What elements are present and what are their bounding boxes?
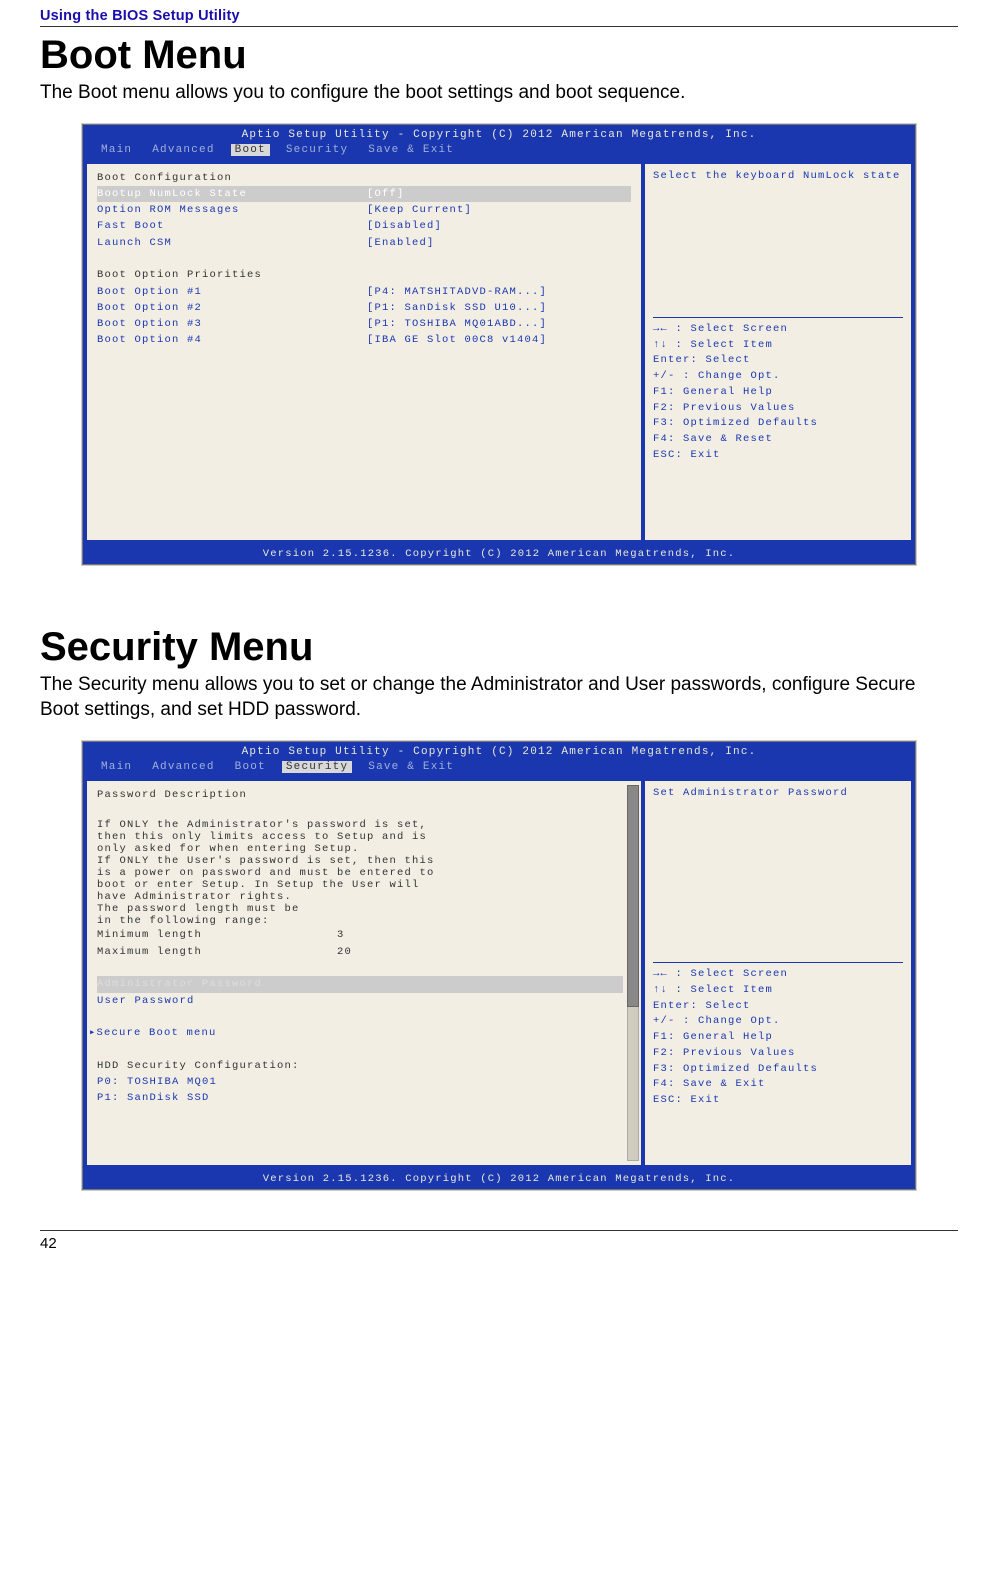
help-esc: ESC: Exit <box>653 448 903 464</box>
bios-help-panel-2: Set Administrator Password →← : Select S… <box>643 777 915 1169</box>
section-intro-boot: The Boot menu allows you to configure th… <box>40 80 958 106</box>
section-title-boot: Boot Menu <box>40 33 958 78</box>
tab-save-exit-2[interactable]: Save & Exit <box>364 761 458 773</box>
tab-boot[interactable]: Boot <box>231 144 270 156</box>
help-f1: F1: General Help <box>653 1030 903 1046</box>
pw-desc-line: have Administrator rights. <box>97 891 623 903</box>
page-number: 42 <box>40 1230 958 1252</box>
pw-desc-line: The password length must be <box>97 903 623 915</box>
pw-desc-line: only asked for when entering Setup. <box>97 843 623 855</box>
pw-desc-heading: Password Description <box>97 787 623 803</box>
help-arrows-ud: ↑↓ : Select Item <box>653 983 903 999</box>
help-pm: +/- : Change Opt. <box>653 1014 903 1030</box>
pw-desc-line: is a power on password and must be enter… <box>97 867 623 879</box>
min-length-row: Minimum length3 <box>97 927 623 943</box>
max-length-row: Maximum length20 <box>97 944 623 960</box>
bios-title-2: Aptio Setup Utility - Copyright (C) 2012… <box>83 742 915 759</box>
boot-opt-3[interactable]: Boot Option #3[P1: TOSHIBA MQ01ABD...] <box>97 316 631 332</box>
launch-csm-row[interactable]: Launch CSM[Enabled] <box>97 235 631 251</box>
secure-boot-menu-row[interactable]: ▸Secure Boot menu <box>97 1025 623 1041</box>
hdd-config-heading: HDD Security Configuration: <box>97 1058 623 1074</box>
bios-boot-screenshot: Aptio Setup Utility - Copyright (C) 2012… <box>82 124 916 565</box>
help-description: Select the keyboard NumLock state <box>653 170 903 182</box>
tab-advanced-2[interactable]: Advanced <box>148 761 218 773</box>
bios-left-panel: Boot Configuration Bootup NumLock State[… <box>83 160 643 544</box>
help-esc: ESC: Exit <box>653 1093 903 1109</box>
bios-left-panel-2: Password Description If ONLY the Adminis… <box>83 777 643 1169</box>
hdd-p1[interactable]: P1: SanDisk SSD <box>97 1090 623 1106</box>
pw-desc-line: If ONLY the Administrator's password is … <box>97 819 623 831</box>
tab-boot-2[interactable]: Boot <box>231 761 270 773</box>
bios-footer: Version 2.15.1236. Copyright (C) 2012 Am… <box>83 544 915 564</box>
bios-footer-2: Version 2.15.1236. Copyright (C) 2012 Am… <box>83 1169 915 1189</box>
bios-security-screenshot: Aptio Setup Utility - Copyright (C) 2012… <box>82 741 916 1190</box>
bios-tabs-2: Main Advanced Boot Security Save & Exit <box>83 759 915 777</box>
help-f2: F2: Previous Values <box>653 401 903 417</box>
help-enter: Enter: Select <box>653 353 903 369</box>
bootup-numlock-row[interactable]: Bootup NumLock State[Off] <box>97 186 631 202</box>
help-arrows-lr: →← : Select Screen <box>653 967 903 983</box>
help-pm: +/- : Change Opt. <box>653 369 903 385</box>
hdd-p0[interactable]: P0: TOSHIBA MQ01 <box>97 1074 623 1090</box>
option-rom-row[interactable]: Option ROM Messages[Keep Current] <box>97 202 631 218</box>
help-enter: Enter: Select <box>653 999 903 1015</box>
pw-desc-line: then this only limits access to Setup an… <box>97 831 623 843</box>
page-header: Using the BIOS Setup Utility <box>40 8 958 27</box>
help-arrows-ud: ↑↓ : Select Item <box>653 338 903 354</box>
tab-main[interactable]: Main <box>97 144 136 156</box>
admin-password-row[interactable]: Administrator Password <box>97 976 623 992</box>
help-f1: F1: General Help <box>653 385 903 401</box>
boot-opt-2[interactable]: Boot Option #2[P1: SanDisk SSD U10...] <box>97 300 631 316</box>
help-f4: F4: Save & Exit <box>653 1077 903 1093</box>
tab-advanced[interactable]: Advanced <box>148 144 218 156</box>
pw-desc-line: boot or enter Setup. In Setup the User w… <box>97 879 623 891</box>
tab-security-2[interactable]: Security <box>282 761 352 773</box>
tab-save-exit[interactable]: Save & Exit <box>364 144 458 156</box>
help-arrows-lr: →← : Select Screen <box>653 322 903 338</box>
bios-tabs: Main Advanced Boot Security Save & Exit <box>83 142 915 160</box>
tab-security[interactable]: Security <box>282 144 352 156</box>
help-f4: F4: Save & Reset <box>653 432 903 448</box>
bios-help-panel: Select the keyboard NumLock state →← : S… <box>643 160 915 544</box>
user-password-row[interactable]: User Password <box>97 993 623 1009</box>
help-f2: F2: Previous Values <box>653 1046 903 1062</box>
section-title-security: Security Menu <box>40 625 958 670</box>
help-f3: F3: Optimized Defaults <box>653 416 903 432</box>
scrollbar-thumb[interactable] <box>627 785 639 1007</box>
help-f3: F3: Optimized Defaults <box>653 1062 903 1078</box>
help-description-2: Set Administrator Password <box>653 787 903 799</box>
fast-boot-row[interactable]: Fast Boot[Disabled] <box>97 218 631 234</box>
boot-priorities-heading: Boot Option Priorities <box>97 267 631 283</box>
pw-desc-line: in the following range: <box>97 915 623 927</box>
pw-desc-line: If ONLY the User's password is set, then… <box>97 855 623 867</box>
bios-title: Aptio Setup Utility - Copyright (C) 2012… <box>83 125 915 142</box>
tab-main-2[interactable]: Main <box>97 761 136 773</box>
boot-config-heading: Boot Configuration <box>97 170 631 186</box>
boot-opt-1[interactable]: Boot Option #1[P4: MATSHITADVD-RAM...] <box>97 284 631 300</box>
section-intro-security: The Security menu allows you to set or c… <box>40 672 958 723</box>
boot-opt-4[interactable]: Boot Option #4[IBA GE Slot 00C8 v1404] <box>97 332 631 348</box>
